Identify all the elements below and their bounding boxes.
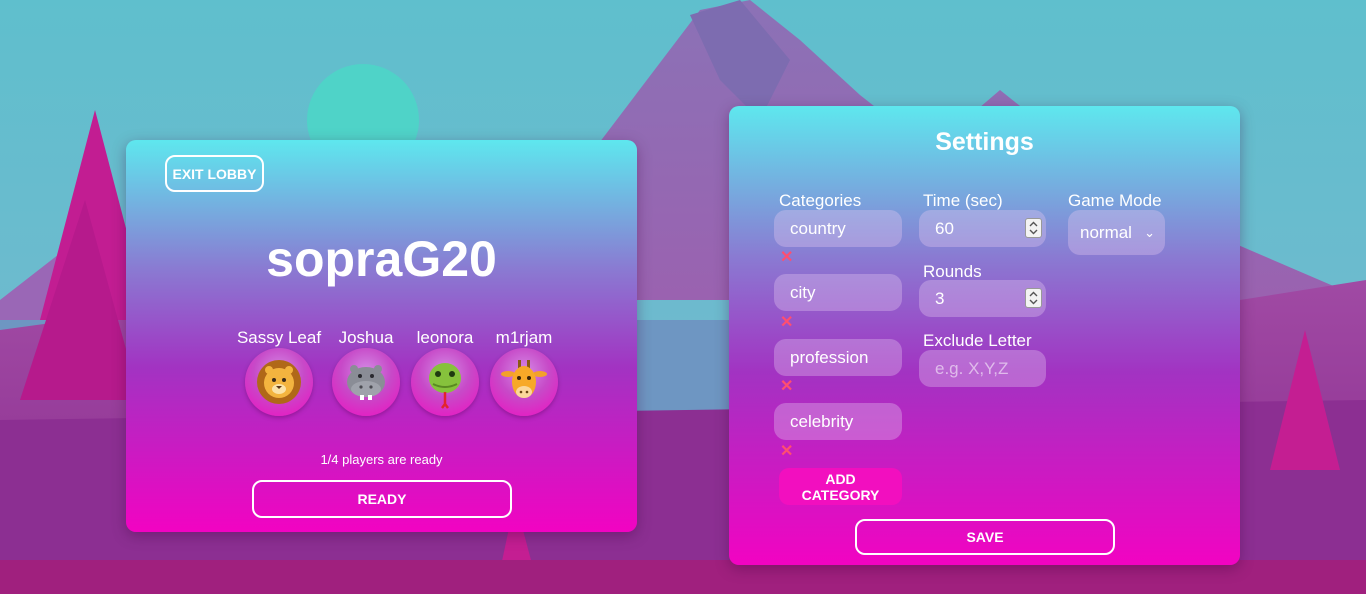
remove-category-icon[interactable]: ✕	[780, 247, 793, 267]
player-card: leonora	[400, 327, 490, 416]
player-avatar	[332, 348, 400, 416]
remove-category-icon[interactable]: ✕	[780, 376, 793, 396]
add-category-button[interactable]: ADD CATEGORY	[779, 468, 902, 505]
snake-icon	[429, 363, 461, 409]
rounds-stepper[interactable]	[1025, 288, 1042, 308]
add-category-label: CATEGORY	[801, 486, 880, 503]
lobby-title: sopraG20	[266, 231, 497, 287]
time-value: 60	[935, 219, 954, 238]
player-name: Joshua	[338, 328, 394, 347]
player-card: m1rjam	[479, 327, 569, 416]
game-mode-label: Game Mode	[1068, 191, 1162, 210]
game-mode-select[interactable]: normal ⌄	[1068, 210, 1165, 255]
categories-label: Categories	[779, 191, 862, 210]
category-input[interactable]: country	[774, 210, 902, 247]
player-name: Sassy Leaf	[236, 328, 322, 347]
settings-title: Settings	[935, 128, 1034, 156]
game-mode-value: normal	[1080, 223, 1132, 242]
exclude-letter-placeholder: e.g. X,Y,Z	[935, 359, 1009, 378]
chevron-down-icon: ⌄	[1144, 225, 1155, 240]
giraffe-icon	[501, 360, 547, 398]
player-card: Joshua	[321, 327, 411, 416]
exclude-letter-input[interactable]: e.g. X,Y,Z	[919, 350, 1046, 387]
remove-category-icon[interactable]: ✕	[780, 312, 793, 332]
category-input[interactable]: profession	[774, 339, 902, 376]
rounds-value: 3	[935, 289, 945, 308]
time-stepper[interactable]	[1025, 218, 1042, 238]
rounds-label: Rounds	[923, 262, 982, 281]
exit-lobby-button[interactable]: EXIT LOBBY	[165, 155, 264, 192]
stepper-arrows-icon	[1029, 291, 1038, 305]
lobby-card: EXIT LOBBY sopraG20 Sassy Leaf Joshua le…	[126, 140, 637, 532]
player-card: Sassy Leaf	[234, 327, 324, 416]
exclude-letter-label: Exclude Letter	[923, 331, 1032, 350]
ready-status: 1/4 players are ready	[320, 452, 443, 467]
player-avatar	[411, 348, 479, 416]
category-input[interactable]: celebrity	[774, 403, 902, 440]
remove-category-icon[interactable]: ✕	[780, 441, 793, 461]
player-name: leonora	[416, 328, 474, 347]
hippo-icon	[347, 365, 385, 400]
rounds-input[interactable]: 3	[919, 280, 1046, 317]
save-button[interactable]: SAVE	[855, 519, 1115, 555]
lion-icon	[257, 360, 301, 404]
player-avatar	[490, 348, 558, 416]
ready-button[interactable]: READY	[252, 480, 512, 518]
time-input[interactable]: 60	[919, 210, 1046, 247]
category-input[interactable]: city	[774, 274, 902, 311]
time-label: Time (sec)	[923, 191, 1003, 210]
add-category-label: ADD	[825, 470, 856, 487]
stepper-arrows-icon	[1029, 221, 1038, 235]
player-name: m1rjam	[495, 328, 553, 347]
settings-card: Settings Categories country ✕ city ✕ pro…	[729, 106, 1240, 565]
player-avatar	[245, 348, 313, 416]
